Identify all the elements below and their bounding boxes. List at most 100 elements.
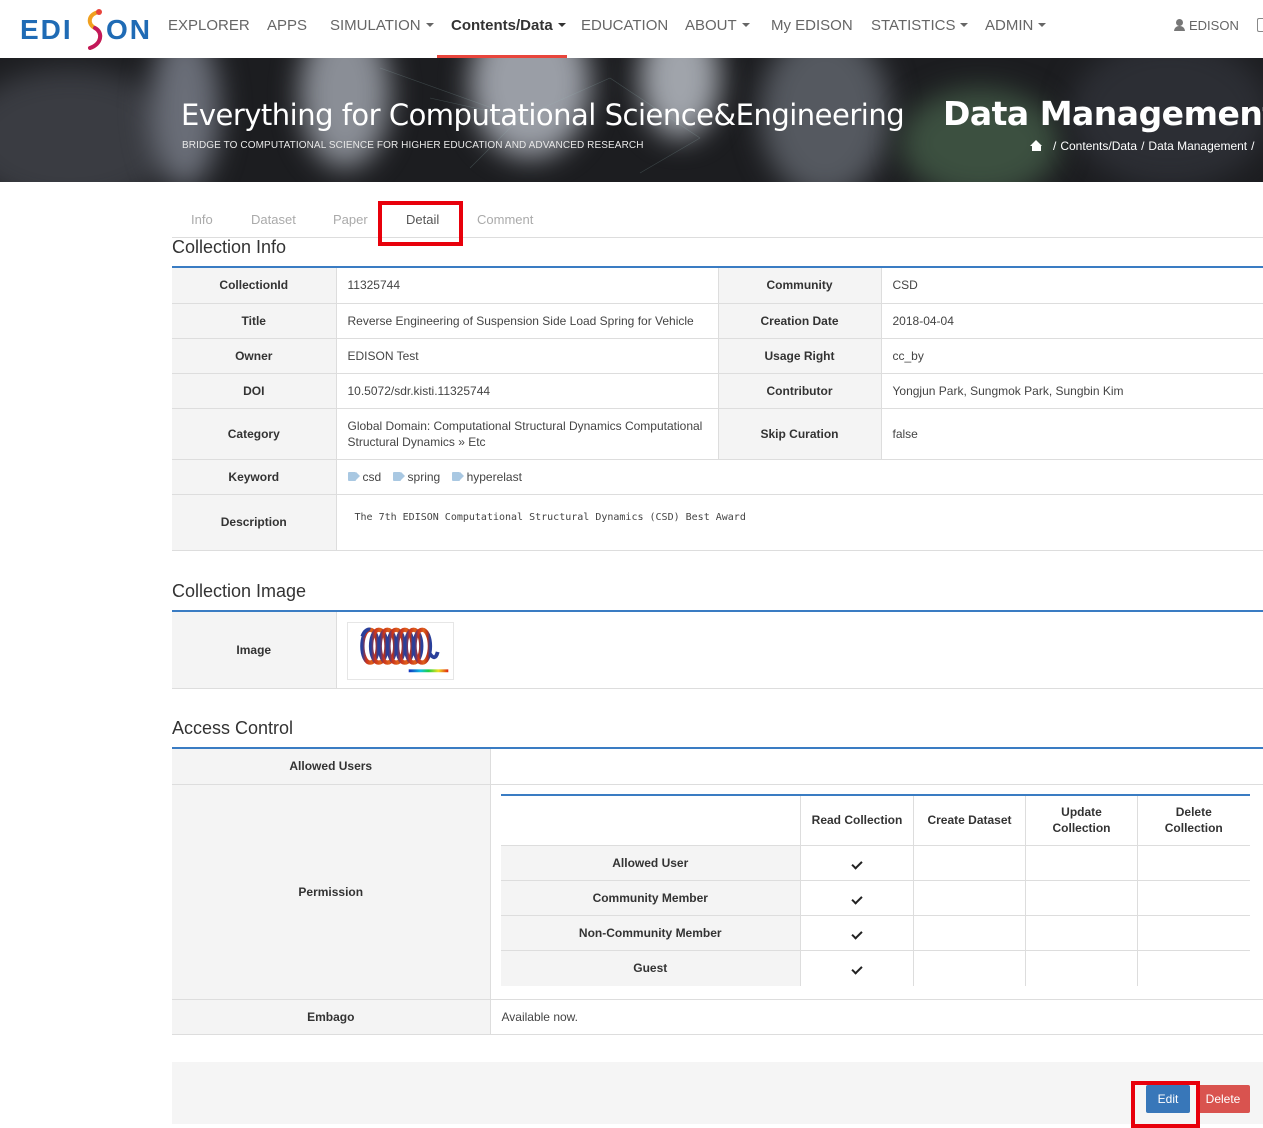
- collection-info-table: CollectionId 11325744 Community CSD Titl…: [172, 268, 1263, 551]
- value-category: Global Domain: Computational Structural …: [336, 408, 719, 460]
- table-row: Allowed Users: [172, 749, 1263, 785]
- value-title: Reverse Engineering of Suspension Side L…: [336, 303, 719, 339]
- breadcrumb-contents-data[interactable]: Contents/Data: [1060, 139, 1137, 153]
- permission-role: Community Member: [500, 880, 801, 916]
- keyword-tag[interactable]: hyperelast: [452, 470, 522, 484]
- tag-icon: [452, 471, 464, 481]
- edison-logo[interactable]: EDI ON: [20, 6, 150, 50]
- delete-button[interactable]: Delete: [1196, 1085, 1250, 1113]
- user-menu[interactable]: EDISON: [1174, 18, 1239, 33]
- nav-label: Contents/Data: [451, 17, 553, 34]
- permission-header-row: Read Collection Create Dataset Update Co…: [500, 794, 1250, 846]
- value-doi: 10.5072/sdr.kisti.11325744: [336, 373, 719, 409]
- breadcrumb: / Contents/Data / Data Management /: [1030, 139, 1258, 153]
- nav-label: ABOUT: [685, 17, 737, 34]
- label-usage-right: Usage Right: [718, 338, 882, 374]
- edit-button[interactable]: Edit: [1146, 1085, 1190, 1113]
- permission-row: Guest: [500, 950, 1250, 986]
- section-title-collection-info: Collection Info: [172, 237, 287, 257]
- label-permission: Permission: [172, 784, 491, 1000]
- nav-my-edison[interactable]: My EDISON: [771, 17, 853, 34]
- label-keyword: Keyword: [172, 459, 337, 495]
- permission-row: Community Member: [500, 880, 1250, 916]
- value-creation-date: 2018-04-04: [881, 303, 1263, 339]
- nav-apps[interactable]: APPS: [267, 17, 307, 34]
- table-row: Image: [172, 612, 1263, 689]
- tag-icon: [393, 471, 405, 481]
- tab-detail[interactable]: Detail: [406, 212, 439, 227]
- breadcrumb-data-management[interactable]: Data Management: [1148, 139, 1247, 153]
- nav-statistics[interactable]: STATISTICS: [871, 17, 969, 34]
- nav-admin[interactable]: ADMIN: [985, 17, 1047, 34]
- permission-cell-read: [800, 880, 914, 916]
- check-icon: [851, 928, 863, 940]
- permission-cell-read: [800, 845, 914, 881]
- nav-label: STATISTICS: [871, 17, 956, 34]
- value-community: CSD: [881, 268, 1263, 304]
- collection-image-table: Image: [172, 612, 1263, 689]
- label-skip-curation: Skip Curation: [718, 408, 882, 460]
- table-row: Permission Read Collection Create Datase…: [172, 784, 1263, 1000]
- table-row: Keyword csd spring hyperelast: [172, 459, 1263, 495]
- keyword-tag[interactable]: spring: [393, 469, 441, 484]
- permission-row: Allowed User: [500, 845, 1250, 881]
- permission-cell-delete: [1137, 845, 1250, 881]
- label-collection-id: CollectionId: [172, 268, 337, 304]
- value-skip-curation: false: [881, 408, 1263, 460]
- tab-dataset[interactable]: Dataset: [251, 212, 296, 227]
- banner-title: Everything for Computational Science&Eng…: [181, 98, 905, 132]
- keyword-tag[interactable]: csd: [348, 469, 382, 484]
- page-banner: Everything for Computational Science&Eng…: [0, 58, 1263, 182]
- table-row: Category Global Domain: Computational St…: [172, 408, 1263, 460]
- check-icon: [851, 963, 863, 975]
- home-icon[interactable]: [1030, 140, 1043, 151]
- permission-cell-update: [1025, 915, 1138, 951]
- keyword-text: spring: [407, 469, 441, 484]
- label-category: Category: [172, 408, 337, 460]
- permission-cell-update: [1025, 845, 1138, 881]
- value-permission: Read Collection Create Dataset Update Co…: [490, 784, 1263, 1000]
- permission-cell-read: [800, 915, 914, 951]
- permission-header-create-dataset: Create Dataset: [913, 794, 1026, 846]
- permission-cell-update: [1025, 880, 1138, 916]
- user-name: EDISON: [1189, 18, 1239, 33]
- value-contributor: Yongjun Park, Sungmok Park, Sungbin Kim: [881, 373, 1263, 409]
- value-image: [336, 612, 1263, 689]
- label-allowed-users: Allowed Users: [172, 749, 491, 785]
- nav-label: My EDISON: [771, 17, 853, 34]
- user-icon: [1174, 19, 1185, 31]
- label-doi: DOI: [172, 373, 337, 409]
- logo-text-right: ON: [106, 14, 152, 45]
- label-image: Image: [172, 612, 337, 689]
- logo-text-left: EDI: [20, 14, 73, 45]
- label-creation-date: Creation Date: [718, 303, 882, 339]
- permission-cell-delete: [1138, 951, 1250, 986]
- banner-subtitle: BRIDGE TO COMPUTATIONAL SCIENCE FOR HIGH…: [182, 140, 644, 151]
- value-allowed-users: [490, 749, 1263, 785]
- logout-icon[interactable]: [1257, 18, 1263, 32]
- nav-simulation[interactable]: SIMULATION: [330, 17, 434, 34]
- keyword-text: csd: [362, 469, 382, 484]
- spring-render-thumbnail-icon[interactable]: [346, 621, 454, 680]
- nav-label: SIMULATION: [330, 17, 421, 34]
- tab-comment[interactable]: Comment: [477, 212, 533, 227]
- caret-down-icon: [741, 23, 750, 27]
- permission-cell-delete: [1137, 915, 1250, 951]
- tag-icon: [348, 471, 360, 481]
- top-navbar: EDI ON EXPLORER APPS SIMULATION Contents…: [0, 0, 1263, 58]
- nav-contents-data[interactable]: Contents/Data: [451, 17, 566, 34]
- nav-education[interactable]: EDUCATION: [581, 17, 668, 34]
- permission-header-read-collection: Read Collection: [800, 794, 914, 846]
- label-community: Community: [718, 268, 882, 304]
- permission-row: Non-Community Member: [500, 915, 1250, 951]
- nav-about[interactable]: ABOUT: [685, 17, 750, 34]
- label-owner: Owner: [172, 338, 337, 374]
- permission-role: Allowed User: [500, 845, 801, 881]
- tab-paper[interactable]: Paper: [333, 212, 368, 227]
- value-collection-id: 11325744: [336, 268, 719, 304]
- tab-info[interactable]: Info: [191, 212, 213, 227]
- value-embargo: Available now.: [490, 999, 1263, 1035]
- permission-header-delete-collection: Delete Collection: [1137, 794, 1250, 846]
- nav-explorer[interactable]: EXPLORER: [168, 17, 250, 34]
- permission-cell-create: [913, 915, 1026, 951]
